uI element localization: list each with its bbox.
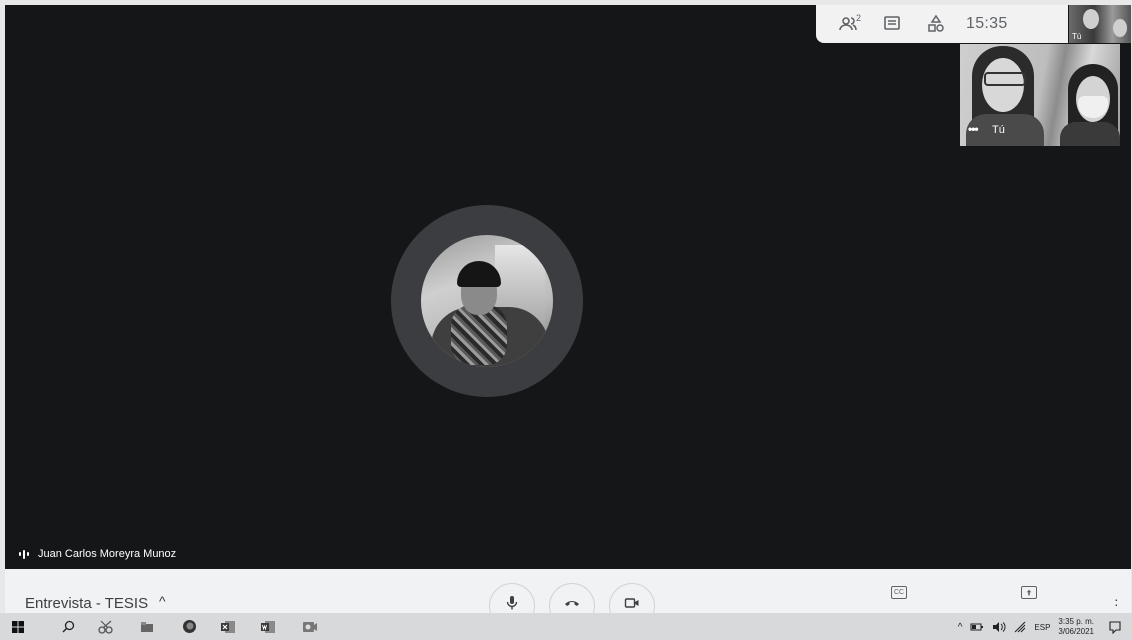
present-now-button[interactable] (1021, 586, 1037, 599)
chat-button[interactable] (870, 5, 914, 43)
battery-icon[interactable] (970, 622, 984, 632)
self-video-tile[interactable]: ••• Tú (960, 44, 1120, 146)
word-icon (261, 620, 275, 633)
taskbar-app-explorer[interactable] (140, 619, 154, 634)
taskbar-date: 3/06/2021 (1058, 627, 1094, 636)
mini-self-label: Tú (1072, 32, 1082, 41)
windows-taskbar: ^ ESP 3:35 p. m. 3/06/2021 (0, 613, 1132, 640)
participant-avatar-ring (391, 205, 583, 397)
people-button[interactable]: 2 (826, 5, 870, 43)
system-tray: ^ ESP 3:35 p. m. 3/06/2021 (958, 617, 1122, 637)
captions-button[interactable]: CC (891, 586, 907, 599)
camera-icon (624, 598, 639, 608)
speaker-name: Juan Carlos Moreyra Munoz (38, 548, 177, 560)
scissors-icon (98, 620, 113, 634)
participant-avatar (421, 235, 553, 367)
meeting-controls-bar: Entrevista - TESIS ^ CC · · (5, 569, 1131, 613)
excel-icon (221, 620, 235, 633)
activities-button[interactable] (914, 5, 958, 43)
people-count-badge: 2 (855, 13, 861, 23)
language-indicator[interactable]: ESP (1034, 623, 1050, 632)
taskbar-app-firefox[interactable] (182, 619, 197, 634)
notifications-icon[interactable] (1108, 620, 1122, 634)
taskbar-app-camera[interactable] (302, 619, 318, 634)
microphone-button[interactable] (489, 583, 535, 613)
meeting-info-panel: 2 15:35 (816, 5, 1068, 43)
meeting-title[interactable]: Entrevista - TESIS (25, 595, 148, 612)
meeting-clock: 15:35 (966, 15, 1008, 32)
self-tile-more-button[interactable]: ••• (968, 122, 979, 136)
self-tile-label: Tú (992, 124, 1005, 136)
more-vertical-icon: · · (1114, 591, 1119, 612)
present-icon (1026, 589, 1032, 595)
chevron-up-icon[interactable]: ^ (159, 593, 166, 609)
audio-level-icon (19, 549, 29, 559)
volume-icon[interactable] (992, 621, 1006, 633)
start-button[interactable] (12, 619, 24, 634)
tray-chevron-icon[interactable]: ^ (958, 622, 963, 633)
taskbar-app-excel[interactable] (220, 619, 236, 634)
mini-self-preview[interactable]: Tú (1069, 5, 1131, 43)
camera-button[interactable] (609, 583, 655, 613)
more-options-button[interactable]: · · (1114, 592, 1119, 611)
microphone-icon (506, 596, 518, 610)
taskbar-app-snipping[interactable] (98, 619, 114, 634)
search-button[interactable] (62, 619, 75, 634)
browser-icon (183, 620, 196, 633)
end-call-button[interactable] (549, 583, 595, 613)
chat-icon (884, 16, 900, 30)
taskbar-time: 3:35 p. m. (1058, 617, 1094, 626)
captions-icon: CC (893, 589, 905, 596)
taskbar-app-word[interactable] (260, 619, 276, 634)
search-icon (62, 620, 75, 633)
taskbar-clock[interactable]: 3:35 p. m. 3/06/2021 (1058, 617, 1094, 637)
video-app-icon (303, 621, 317, 632)
end-call-icon (565, 601, 579, 606)
wifi-icon[interactable] (1014, 621, 1026, 633)
activities-icon (928, 14, 944, 32)
speaker-name-tag: Juan Carlos Moreyra Munoz (19, 548, 176, 560)
windows-logo-icon (12, 620, 24, 633)
folder-icon (141, 621, 153, 632)
